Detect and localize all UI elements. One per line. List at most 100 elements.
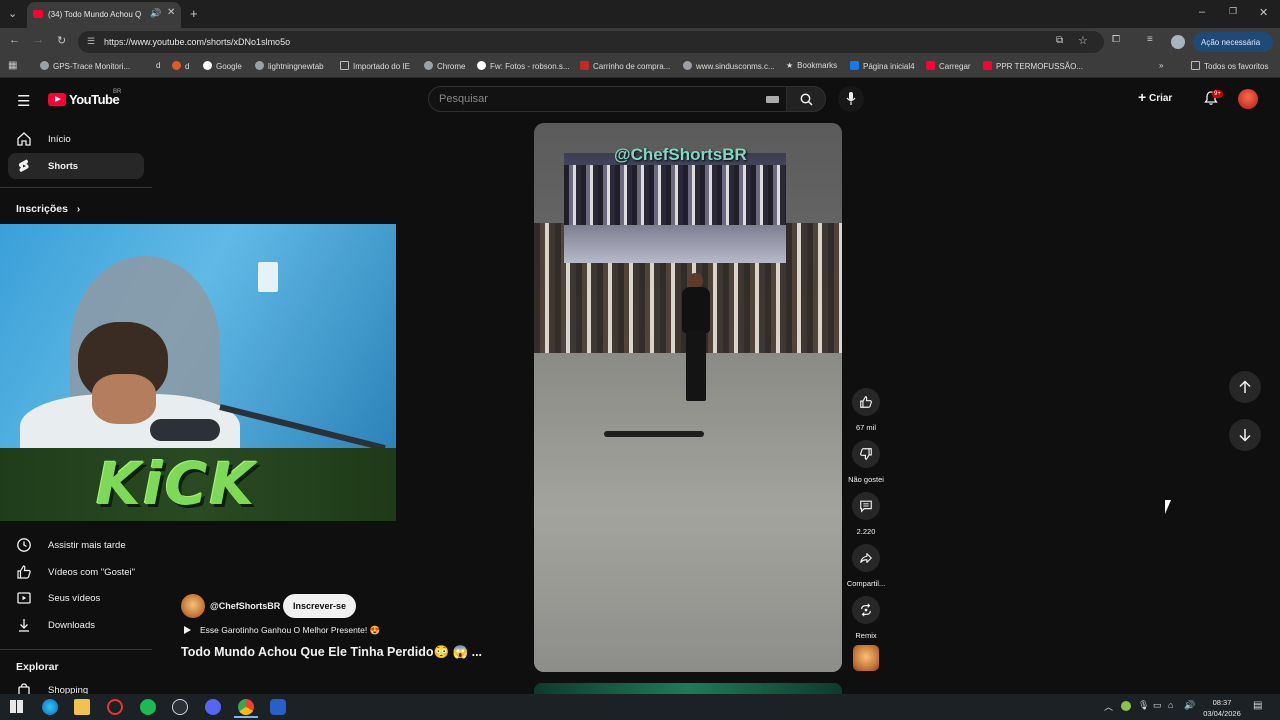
- previous-short-button[interactable]: [1229, 371, 1261, 403]
- browser-tab[interactable]: (34) Todo Mundo Achou Q 🔊 ✕: [27, 2, 181, 28]
- like-count: 67 mil: [855, 423, 876, 432]
- video-song[interactable]: Esse Garotinho Ganhou O Melhor Presente!…: [200, 625, 380, 636]
- bookmark-item[interactable]: Carrinho de compra...: [580, 61, 670, 71]
- more-bookmarks-icon[interactable]: »: [1159, 61, 1163, 70]
- minimize-icon[interactable]: –: [1199, 6, 1205, 18]
- dislike-button[interactable]: Não gostei: [846, 440, 886, 484]
- new-tab-icon[interactable]: +: [190, 6, 198, 21]
- tray-app-icon[interactable]: [1121, 701, 1131, 711]
- bookmark-item[interactable]: Chrome: [424, 61, 465, 71]
- bookmark-item[interactable]: Importado do IE: [340, 61, 410, 71]
- download-icon: [19, 619, 29, 632]
- account-avatar[interactable]: [1238, 89, 1258, 109]
- bookmark-item[interactable]: www.sindusconms.c...: [683, 61, 775, 71]
- bookmark-item[interactable]: Carregar: [926, 61, 971, 71]
- menu-icon[interactable]: ☰: [17, 92, 30, 110]
- file-explorer-icon[interactable]: [74, 699, 90, 715]
- sidebar-item-downloads[interactable]: Downloads: [8, 612, 144, 638]
- tray-mic-icon[interactable]: 🎙: [1138, 700, 1149, 711]
- sidebar-item-home[interactable]: Início: [8, 126, 144, 152]
- reload-icon[interactable]: ↻: [57, 34, 66, 47]
- sidebar-item-shorts[interactable]: Shorts: [8, 153, 144, 179]
- subscribe-button[interactable]: Inscrever-se: [283, 594, 356, 618]
- tray-display-icon[interactable]: ▭: [1153, 700, 1162, 711]
- volume-icon[interactable]: 🔊: [1184, 700, 1195, 711]
- app-icon[interactable]: [172, 699, 188, 715]
- video-title[interactable]: Todo Mundo Achou Que Ele Tinha Perdido😳 …: [181, 645, 482, 660]
- remix-button[interactable]: Remix: [846, 596, 886, 640]
- next-short-button[interactable]: [1229, 419, 1261, 451]
- remix-circle[interactable]: [852, 596, 880, 624]
- bookmark-favicon-icon: [580, 61, 589, 70]
- sidebar-item-watch-later[interactable]: Assistir mais tarde: [8, 532, 144, 558]
- windows-start-icon[interactable]: [10, 700, 23, 713]
- chrome-icon[interactable]: [238, 699, 254, 715]
- play-box-icon: [17, 592, 31, 604]
- site-info-icon[interactable]: ☰: [87, 36, 95, 47]
- share-button[interactable]: Compartil...: [846, 544, 886, 588]
- create-button[interactable]: + Criar: [1138, 89, 1188, 109]
- subscriptions-heading[interactable]: Inscrições ›: [16, 203, 80, 215]
- omnibox[interactable]: ☰ https://www.youtube.com/shorts/xDNo1sl…: [78, 31, 1104, 53]
- bookmark-item[interactable]: Fw: Fotos - robson.s...: [477, 61, 570, 71]
- video-handle-watermark: @ChefShortsBR: [614, 145, 747, 164]
- sidebar-item-liked-videos[interactable]: Vídeos com "Gostei": [8, 559, 144, 585]
- apps-grid-icon[interactable]: ▦: [8, 60, 17, 71]
- media-controls-icon[interactable]: ≡: [1147, 34, 1153, 45]
- profile-avatar-icon[interactable]: [1171, 35, 1185, 49]
- bookmark-item[interactable]: Página inicial4: [850, 61, 915, 71]
- tray-chevron-icon[interactable]: ︿: [1104, 700, 1113, 713]
- youtube-logo-text[interactable]: YouTube: [69, 92, 120, 107]
- search-button[interactable]: [786, 86, 826, 112]
- search-input[interactable]: [439, 92, 759, 106]
- bookmark-item[interactable]: Todos os favoritos: [1191, 61, 1268, 71]
- url-text[interactable]: https://www.youtube.com/shorts/xDNo1slmo…: [104, 37, 290, 47]
- sidebar-divider: [0, 649, 152, 650]
- channel-avatar[interactable]: [181, 594, 205, 618]
- bookmark-item[interactable]: PPR TERMOFUSSÃO...: [983, 61, 1083, 71]
- comments-button[interactable]: 2.220: [846, 492, 886, 536]
- bookmark-item[interactable]: d: [172, 61, 189, 71]
- share-circle[interactable]: [852, 544, 880, 572]
- profile-action-button[interactable]: Ação necessária: [1193, 32, 1273, 52]
- shorts-video-player[interactable]: @ChefShortsBR: [534, 123, 842, 672]
- install-app-icon[interactable]: ⧉: [1056, 35, 1063, 46]
- edge-browser-icon[interactable]: [42, 699, 58, 715]
- comments-circle[interactable]: [852, 492, 880, 520]
- create-label: Criar: [1148, 93, 1173, 104]
- bookmark-item[interactable]: lightningnewtab: [255, 61, 324, 71]
- spotify-icon[interactable]: [140, 699, 156, 715]
- restore-icon[interactable]: ❐: [1229, 6, 1237, 17]
- window-close-icon[interactable]: ✕: [1259, 6, 1268, 19]
- bookmark-star-icon[interactable]: ☆: [1078, 34, 1088, 47]
- speaker-icon[interactable]: 🔊: [150, 8, 161, 19]
- search-box[interactable]: [428, 86, 787, 112]
- bookmark-item[interactable]: Google: [203, 61, 242, 71]
- bookmark-item[interactable]: GPS-Trace Monitori...: [40, 61, 130, 71]
- channel-name[interactable]: @ChefShortsBR: [210, 601, 280, 611]
- extensions-icon[interactable]: ⧠: [1112, 34, 1120, 45]
- close-tab-icon[interactable]: ✕: [167, 7, 175, 18]
- network-icon[interactable]: ⌂: [1168, 700, 1173, 710]
- keyboard-icon[interactable]: [766, 96, 779, 103]
- bookmark-item[interactable]: d: [156, 61, 160, 70]
- bookmark-item[interactable]: ★ Bookmarks: [786, 61, 837, 70]
- opera-icon[interactable]: [107, 699, 123, 715]
- like-button[interactable]: 67 mil: [846, 388, 886, 432]
- bookmark-favicon-icon: [424, 61, 433, 70]
- taskbar-clock[interactable]: 08:37 03/04/2026: [1200, 697, 1244, 719]
- discord-icon[interactable]: [205, 699, 221, 715]
- app-shortcut-icon[interactable]: [270, 699, 286, 715]
- youtube-logo-icon[interactable]: [48, 93, 66, 106]
- tab-search-icon[interactable]: ⌄: [8, 7, 17, 20]
- sidebar-item-label: Seus vídeos: [48, 593, 101, 604]
- voice-search-button[interactable]: [838, 86, 864, 112]
- notification-center-icon[interactable]: ▤: [1253, 700, 1262, 711]
- sidebar-item-your-videos[interactable]: Seus vídeos: [8, 585, 144, 611]
- sound-channel-avatar[interactable]: [853, 645, 879, 671]
- like-circle[interactable]: [852, 388, 880, 416]
- video-inset-crowd: [564, 165, 786, 225]
- forward-icon[interactable]: →: [33, 34, 44, 46]
- dislike-circle[interactable]: [852, 440, 880, 468]
- back-icon[interactable]: ←: [9, 34, 20, 46]
